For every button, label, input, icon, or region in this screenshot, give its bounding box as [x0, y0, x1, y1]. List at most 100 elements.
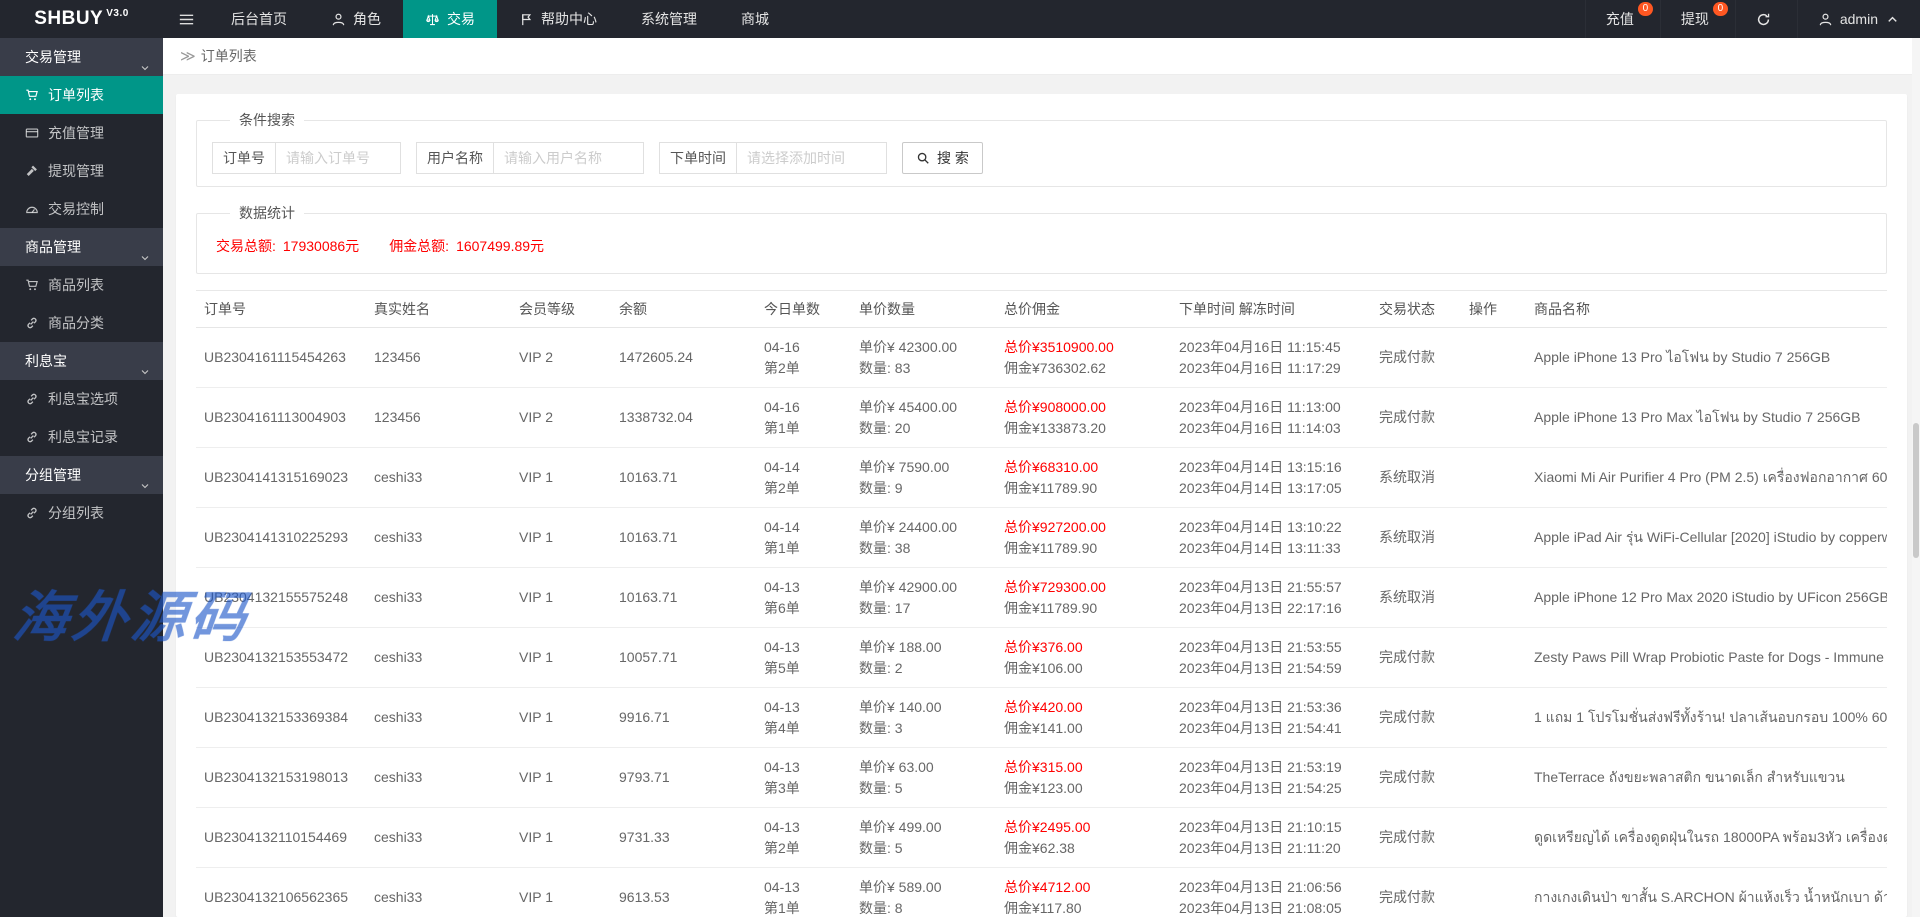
topbar: SHBUY V3.0 后台首页 角色 交易 帮助中心 系统管理 商城 充值 0 提现 0 — [0, 0, 1920, 38]
table-header-row: 订单号 真实姓名 会员等级 余额 今日单数 单价数量 总价佣金 下单时间 解冻时间 交易状态 操作… — [196, 290, 1887, 328]
recharge-badge: 0 — [1637, 2, 1653, 16]
search-input-order-time[interactable] — [737, 142, 887, 174]
cell-times: 2023年04月16日 11:13:00 2023年04月16日 11:14:03 — [1171, 387, 1371, 448]
scrollbar-thumb[interactable] — [1913, 423, 1919, 558]
cell-vip-level: VIP 1 — [511, 567, 611, 628]
cell-real-name: 123456 — [366, 387, 511, 448]
trade-total-value: 17930086元 — [282, 238, 360, 254]
sidebar-item-recharge-mgmt[interactable]: 充值管理 — [0, 114, 163, 152]
top-menu-item-role[interactable]: 角色 — [309, 0, 403, 38]
search-button-label: 搜 索 — [937, 150, 969, 166]
cell-real-name: ceshi33 — [366, 807, 511, 868]
cell-status: 完成付款 — [1371, 807, 1461, 868]
top-menu-label: 角色 — [353, 11, 381, 27]
search-field-username: 用户名称 — [416, 142, 644, 174]
search-button[interactable]: 搜 索 — [902, 142, 983, 174]
cell-price-qty: 单价¥ 7590.00 数量: 9 — [851, 447, 996, 508]
cell-status: 完成付款 — [1371, 867, 1461, 917]
cell-order-no: UB2304161113004903 — [196, 387, 366, 448]
search-field-label: 用户名称 — [416, 142, 494, 174]
user-menu[interactable]: admin — [1796, 0, 1920, 38]
scales-icon — [425, 12, 440, 27]
sidebar-item-goods-category[interactable]: 商品分类 — [0, 304, 163, 342]
cell-product: Apple iPhone 12 Pro Max 2020 iStudio by … — [1526, 567, 1887, 628]
orders-table: 订单号 真实姓名 会员等级 余额 今日单数 单价数量 总价佣金 下单时间 解冻时间 交易状态 操作… — [196, 290, 1887, 917]
cell-action — [1461, 327, 1526, 388]
withdraw-button[interactable]: 提现 0 — [1659, 0, 1735, 38]
cell-real-name: ceshi33 — [366, 507, 511, 568]
cell-balance: 9613.53 — [611, 867, 756, 917]
top-menu-item-help[interactable]: 帮助中心 — [497, 0, 619, 38]
sidebar-group-goods-mgmt[interactable]: 商品管理 — [0, 228, 163, 266]
cell-status: 完成付款 — [1371, 327, 1461, 388]
cell-times: 2023年04月16日 11:15:45 2023年04月16日 11:17:29 — [1171, 327, 1371, 388]
cell-total-commission: 总价¥2495.00 佣金¥62.38 — [996, 807, 1171, 868]
refresh-button[interactable] — [1734, 0, 1797, 38]
search-input-username[interactable] — [494, 142, 644, 174]
column-header: 下单时间 解冻时间 — [1171, 290, 1371, 328]
cell-real-name: 123456 — [366, 327, 511, 388]
link-icon — [25, 316, 39, 330]
table-row: UB2304132106562365 ceshi33 VIP 1 9613.53 04-… — [196, 867, 1887, 917]
vertical-scrollbar[interactable] — [1912, 38, 1920, 917]
cell-product: Apple iPhone 13 Pro ไอโฟน by Studio 7 25… — [1526, 327, 1887, 388]
sidebar-group-trade-mgmt[interactable]: 交易管理 — [0, 38, 163, 76]
cell-order-no: UB2304132153198013 — [196, 747, 366, 808]
search-field-order-time: 下单时间 — [659, 142, 887, 174]
cell-real-name: ceshi33 — [366, 867, 511, 917]
search-input-order-no[interactable] — [276, 142, 401, 174]
sidebar-group-lixibao[interactable]: 利息宝 — [0, 342, 163, 380]
cell-vip-level: VIP 2 — [511, 327, 611, 388]
search-icon — [916, 151, 930, 165]
cell-times: 2023年04月13日 21:06:56 2023年04月13日 21:08:05 — [1171, 867, 1371, 917]
cart-icon — [25, 278, 39, 292]
sidebar-group-group-mgmt[interactable]: 分组管理 — [0, 456, 163, 494]
trade-total-label: 交易总额: — [216, 238, 276, 254]
chevron-down-icon — [139, 50, 151, 88]
cell-order-no: UB2304132153369384 — [196, 687, 366, 748]
cell-real-name: ceshi33 — [366, 447, 511, 508]
cell-action — [1461, 567, 1526, 628]
top-menu-item-mall[interactable]: 商城 — [719, 0, 791, 38]
cell-price-qty: 单价¥ 24400.00 数量: 38 — [851, 507, 996, 568]
cell-status: 系统取消 — [1371, 507, 1461, 568]
cell-action — [1461, 867, 1526, 917]
top-menu-item-trade[interactable]: 交易 — [403, 0, 497, 38]
column-header: 订单号 — [196, 290, 366, 328]
cell-times: 2023年04月13日 21:10:15 2023年04月13日 21:11:20 — [1171, 807, 1371, 868]
sidebar-group-label: 分组管理 — [25, 467, 81, 483]
stats-fieldset: 数据统计 交易总额: 17930086元 佣金总额: 1607499.89元 — [196, 203, 1887, 274]
cell-today-orders: 04-16 第1单 — [756, 387, 851, 448]
column-header: 总价佣金 — [996, 290, 1171, 328]
commission-total-label: 佣金总额: — [389, 238, 450, 254]
hamburger-menu-button[interactable] — [163, 0, 209, 38]
cell-status: 完成付款 — [1371, 387, 1461, 448]
cell-today-orders: 04-13 第1单 — [756, 867, 851, 917]
cell-vip-level: VIP 1 — [511, 447, 611, 508]
cell-today-orders: 04-13 第2单 — [756, 807, 851, 868]
cell-times: 2023年04月13日 21:55:57 2023年04月13日 22:17:16 — [1171, 567, 1371, 628]
sidebar-item-withdraw-mgmt[interactable]: 提现管理 — [0, 152, 163, 190]
cell-balance: 10163.71 — [611, 447, 756, 508]
table-row: UB2304141315169023 ceshi33 VIP 1 10163.71 04… — [196, 447, 1887, 508]
sidebar-item-lixibao-records[interactable]: 利息宝记录 — [0, 418, 163, 456]
top-menu-item-home[interactable]: 后台首页 — [209, 0, 309, 38]
top-menu-item-system[interactable]: 系统管理 — [619, 0, 719, 38]
cell-vip-level: VIP 1 — [511, 507, 611, 568]
search-fieldset: 条件搜索 订单号 用户名称 下单时间 搜 索 — [196, 110, 1887, 187]
cell-action — [1461, 747, 1526, 808]
body-row: 交易管理 订单列表 充值管理 提现管理 交易控制 商品管理 商品列表 商品分类 利息宝 利息宝选项… — [0, 38, 1920, 917]
cell-balance: 1472605.24 — [611, 327, 756, 388]
card-icon — [25, 126, 39, 140]
sidebar-item-label: 利息宝记录 — [48, 429, 118, 445]
cell-real-name: ceshi33 — [366, 627, 511, 688]
cell-product: TheTerrace ถังขยะพลาสติก ขนาดเล็ก สำหรับ… — [1526, 747, 1887, 808]
search-row: 订单号 用户名称 下单时间 搜 索 — [212, 142, 1871, 174]
column-header: 今日单数 — [756, 290, 851, 328]
sidebar-group-label: 利息宝 — [25, 353, 67, 369]
recharge-button[interactable]: 充值 0 — [1584, 0, 1660, 38]
cell-status: 完成付款 — [1371, 687, 1461, 748]
cell-vip-level: VIP 1 — [511, 867, 611, 917]
sidebar-item-trade-control[interactable]: 交易控制 — [0, 190, 163, 228]
gauge-icon — [25, 202, 39, 216]
